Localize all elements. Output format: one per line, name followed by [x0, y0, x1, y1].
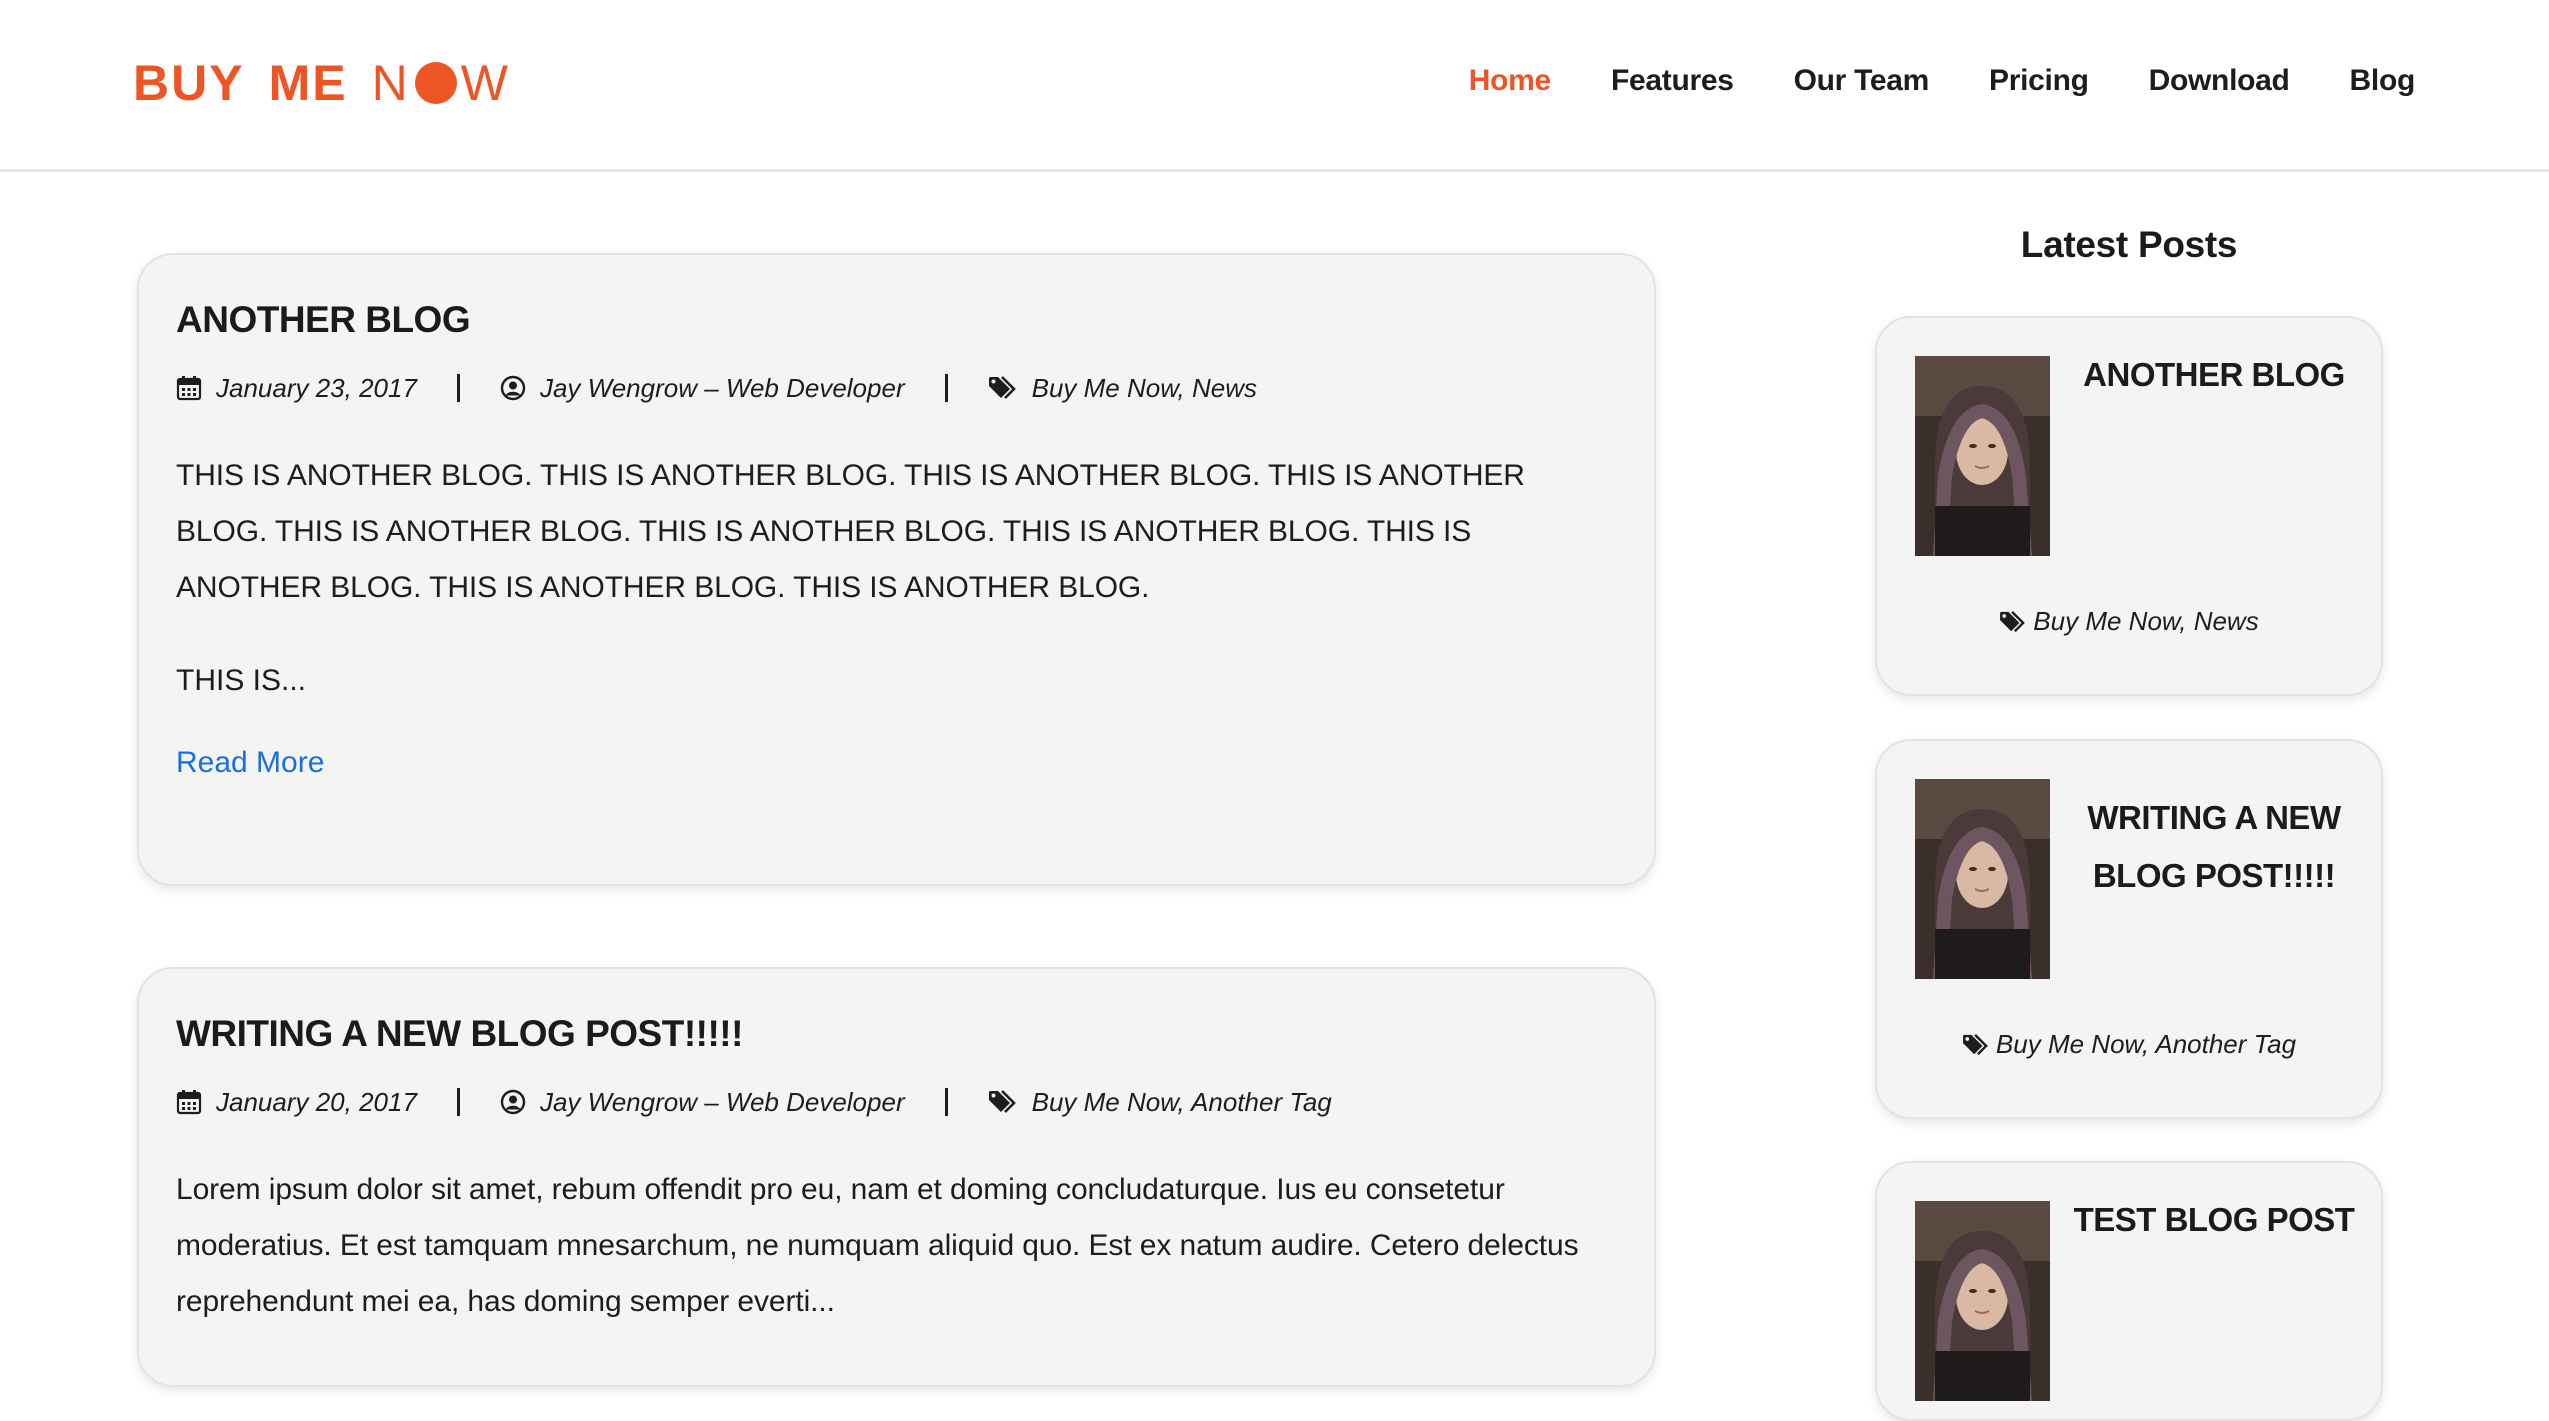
latest-post-tags-row: Buy Me Now, Another Tag [1877, 1029, 2381, 1060]
post-author[interactable]: Jay Wengrow – Web Developer [540, 1089, 905, 1115]
post-excerpt: Lorem ipsum dolor sit amet, rebum offend… [176, 1173, 1579, 1318]
user-circle-icon [500, 375, 526, 401]
site-header: BUY ME N W Home Features Our Team Pricin… [0, 0, 2549, 172]
tags-icon [988, 375, 1018, 401]
post-thumbnail[interactable] [1915, 1201, 2050, 1401]
blog-post-card: ANOTHER BLOG January 23, 2017 Jay Wengro… [137, 253, 1656, 886]
blog-post-card: WRITING A NEW BLOG POST!!!!! January 20,… [137, 967, 1656, 1387]
latest-post-title[interactable]: ANOTHER BLOG [2067, 346, 2361, 404]
site-logo[interactable]: BUY ME N W [133, 58, 511, 108]
meta-divider [944, 374, 948, 402]
sidebar-title: Latest Posts [2020, 224, 2238, 265]
nav-pricing[interactable]: Pricing [1989, 64, 2089, 98]
nav-download[interactable]: Download [2149, 64, 2290, 98]
latest-post-title[interactable]: TEST BLOG POST [2067, 1191, 2361, 1249]
post-excerpt-continued: THIS IS... [176, 664, 307, 697]
calendar-icon [176, 375, 202, 401]
post-tags[interactable]: Buy Me Now, Another Tag [1032, 1089, 1332, 1115]
latest-post-card[interactable]: ANOTHER BLOG Buy Me Now, News [1875, 316, 2383, 696]
post-meta: January 23, 2017 Jay Wengrow – Web Devel… [176, 374, 1618, 402]
logo-word-me: ME [268, 55, 348, 111]
post-meta: January 20, 2017 Jay Wengrow – Web Devel… [176, 1088, 1618, 1116]
read-more-link[interactable]: Read More [176, 746, 324, 780]
tags-icon [1999, 610, 2027, 634]
post-author[interactable]: Jay Wengrow – Web Developer [540, 375, 905, 401]
logo-letter-w: W [460, 55, 511, 111]
post-title[interactable]: ANOTHER BLOG [176, 301, 1618, 338]
post-date: January 20, 2017 [216, 1087, 417, 1117]
meta-divider [456, 1088, 460, 1116]
logo-dot-icon [414, 62, 457, 104]
post-tags[interactable]: Buy Me Now, News [1032, 375, 1257, 401]
user-circle-icon [500, 1089, 526, 1115]
tags-icon [988, 1089, 1018, 1115]
nav-blog[interactable]: Blog [2350, 64, 2416, 98]
latest-post-title[interactable]: WRITING A NEW BLOG POST!!!!! [2067, 789, 2361, 905]
latest-post-tags[interactable]: Buy Me Now, Another Tag [1996, 1029, 2296, 1060]
latest-post-card[interactable]: WRITING A NEW BLOG POST!!!!! Buy Me Now,… [1875, 739, 2383, 1119]
latest-post-tags[interactable]: Buy Me Now, News [2033, 606, 2258, 637]
post-title[interactable]: WRITING A NEW BLOG POST!!!!! [176, 1015, 1618, 1052]
meta-divider [456, 374, 460, 402]
logo-word-buy: BUY [133, 55, 245, 111]
nav-our-team[interactable]: Our Team [1794, 64, 1930, 98]
latest-post-card[interactable]: TEST BLOG POST [1875, 1161, 2383, 1421]
nav-home[interactable]: Home [1469, 64, 1551, 98]
tags-icon [1962, 1033, 1990, 1057]
nav-features[interactable]: Features [1611, 64, 1734, 98]
calendar-icon [176, 1089, 202, 1115]
latest-post-tags-row: Buy Me Now, News [1877, 606, 2381, 637]
post-thumbnail[interactable] [1915, 356, 2050, 556]
meta-divider [944, 1088, 948, 1116]
post-thumbnail[interactable] [1915, 779, 2050, 979]
post-date: January 23, 2017 [216, 373, 417, 403]
main-nav: Home Features Our Team Pricing Download … [1469, 64, 2416, 98]
logo-letter-n: N [371, 55, 411, 111]
post-excerpt: THIS IS ANOTHER BLOG. THIS IS ANOTHER BL… [176, 459, 1525, 604]
